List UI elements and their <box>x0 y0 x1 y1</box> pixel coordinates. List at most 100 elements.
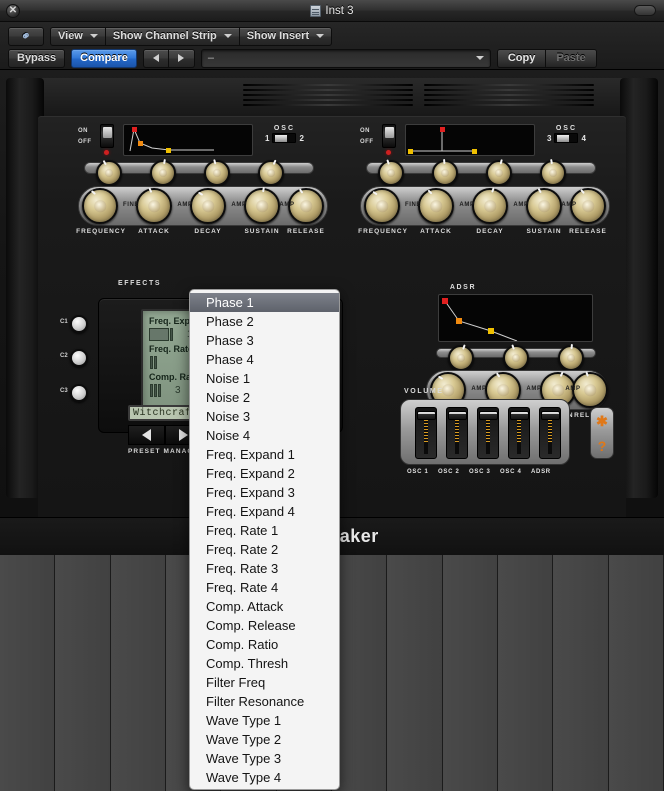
menu-item[interactable]: Noise 2 <box>190 388 339 407</box>
keyboard-key[interactable] <box>553 555 609 791</box>
fader-handle[interactable] <box>479 411 498 420</box>
keyboard-key[interactable] <box>497 555 554 791</box>
osc1-knob-sus[interactable] <box>258 159 284 186</box>
menu-item[interactable]: Filter Freq <box>190 673 339 692</box>
osc2-knob-sus[interactable] <box>540 158 566 186</box>
menu-item[interactable]: Phase 2 <box>190 312 339 331</box>
volume-label-osc2: OSC 2 <box>438 469 460 475</box>
fader-handle[interactable] <box>417 411 436 420</box>
menu-item[interactable]: Freq. Rate 4 <box>190 578 339 597</box>
oscillator-module-2: ON OFF OSC 3 4 FINE AMP AMP AMP FREQUENC… <box>358 124 610 244</box>
menu-item[interactable]: Wave Type 4 <box>190 768 339 787</box>
adsr-title: ADSR <box>449 284 477 291</box>
adsr-knob-sus[interactable] <box>558 343 584 371</box>
osc1-knob-att[interactable] <box>150 158 176 186</box>
arrow-left-icon <box>152 54 159 62</box>
osc2-power-toggle[interactable] <box>382 124 396 148</box>
menu-item[interactable]: Comp. Attack <box>190 597 339 616</box>
menu-item[interactable]: Phase 1 <box>190 293 339 312</box>
menu-item[interactable]: Comp. Release <box>190 616 339 635</box>
menu-item[interactable]: Wave Type 2 <box>190 730 339 749</box>
menu-item[interactable]: Noise 4 <box>190 426 339 445</box>
menu-item[interactable]: Freq. Expand 1 <box>190 445 339 464</box>
adsr-knob-att[interactable] <box>448 344 474 371</box>
volume-fader-osc1[interactable] <box>415 407 437 459</box>
effects-c2-knob[interactable] <box>70 349 88 367</box>
osc1-selector-title: OSC <box>273 125 296 132</box>
osc2-label-amp-2: AMP <box>513 202 529 208</box>
adsr-knob-dec[interactable] <box>503 344 529 371</box>
effects-c3-knob[interactable] <box>70 384 88 402</box>
menu-item[interactable]: Freq. Rate 1 <box>190 521 339 540</box>
osc2-selector-switch[interactable] <box>554 133 579 143</box>
copy-paste-group: Copy Paste <box>496 48 597 68</box>
menu-show-insert[interactable]: Show Insert <box>238 26 333 46</box>
fader-handle[interactable] <box>541 411 560 420</box>
menu-item[interactable]: Phase 3 <box>190 331 339 350</box>
close-button[interactable]: ✕ <box>6 4 20 18</box>
volume-fader-osc3[interactable] <box>477 407 499 459</box>
keyboard-key[interactable] <box>0 555 56 791</box>
osc1-power-toggle[interactable] <box>100 124 114 148</box>
compare-button[interactable]: Compare <box>71 48 137 68</box>
menu-item[interactable]: Phase 4 <box>190 350 339 369</box>
adsr-display[interactable] <box>438 294 593 342</box>
menu-item[interactable]: Wave Type 3 <box>190 749 339 768</box>
volume-label-adsr: ADSR <box>531 469 551 475</box>
osc1-envelope-curve <box>129 127 214 153</box>
window-resize-handle[interactable] <box>634 5 656 16</box>
adsr-envelope-curve <box>442 298 518 341</box>
osc2-knob-dec[interactable] <box>486 159 512 186</box>
preset-select[interactable]: – <box>200 48 491 68</box>
osc2-knob-frq[interactable] <box>378 159 404 186</box>
osc1-selector-switch[interactable] <box>272 133 297 143</box>
preset-next-button[interactable] <box>168 48 195 68</box>
fader-handle[interactable] <box>510 411 529 420</box>
menu-item[interactable]: Freq. Expand 4 <box>190 502 339 521</box>
menu-show-insert-label: Show Insert <box>246 30 310 42</box>
osc1-knob-frq[interactable] <box>96 159 122 186</box>
menu-item[interactable]: Noise 1 <box>190 369 339 388</box>
menu-item[interactable]: Comp. Ratio <box>190 635 339 654</box>
keyboard-key[interactable] <box>110 555 166 791</box>
menu-item[interactable]: Filter Resonance <box>190 692 339 711</box>
keyboard-key[interactable] <box>331 555 388 791</box>
osc1-waveform-display[interactable] <box>123 124 253 156</box>
keyboard-key[interactable] <box>608 555 664 791</box>
menu-show-channel-strip-label: Show Channel Strip <box>112 30 217 42</box>
keyboard-key[interactable] <box>55 555 111 791</box>
keyboard-key[interactable] <box>442 555 498 791</box>
menu-item[interactable]: Comp. Thresh <box>190 654 339 673</box>
menu-view[interactable]: View <box>50 26 105 46</box>
osc2-knob-att[interactable] <box>432 158 458 186</box>
menu-item[interactable]: Freq. Expand 2 <box>190 464 339 483</box>
asterisk-icon[interactable]: ✱ <box>596 414 608 428</box>
link-button[interactable]: ⚭ <box>8 26 44 46</box>
menu-item[interactable]: Freq. Expand 3 <box>190 483 339 502</box>
parameter-dropdown-menu[interactable]: Phase 1 Phase 2 Phase 3 Phase 4 Noise 1 Noise… <box>189 289 340 790</box>
chevron-down-icon <box>89 34 98 38</box>
menu-item[interactable]: Freq. Rate 3 <box>190 559 339 578</box>
volume-fader-osc2[interactable] <box>446 407 468 459</box>
preset-prev-button[interactable] <box>142 48 169 68</box>
osc1-knob-dec[interactable] <box>204 159 230 186</box>
menu-item[interactable]: Noise 3 <box>190 407 339 426</box>
effects-slider-2-bar-b <box>154 355 157 369</box>
effects-c1-knob[interactable] <box>70 315 88 333</box>
osc1-knob-frequency[interactable] <box>82 188 118 224</box>
keyboard-key[interactable] <box>387 555 443 791</box>
volume-fader-osc4[interactable] <box>508 407 530 459</box>
osc2-knob-frequency[interactable] <box>364 188 400 224</box>
copy-button[interactable]: Copy <box>497 49 546 67</box>
fader-handle[interactable] <box>448 411 467 420</box>
menu-item[interactable]: Freq. Rate 2 <box>190 540 339 559</box>
preset-manager-prev-button[interactable] <box>128 425 165 445</box>
bypass-button[interactable]: Bypass <box>8 48 66 68</box>
osc2-waveform-display[interactable] <box>405 124 535 156</box>
menu-show-channel-strip[interactable]: Show Channel Strip <box>104 26 239 46</box>
chevron-down-icon <box>223 34 232 38</box>
volume-fader-adsr[interactable] <box>539 407 561 459</box>
question-mark-icon[interactable]: ? <box>598 439 607 453</box>
menu-item[interactable]: Wave Type 1 <box>190 711 339 730</box>
osc2-selector-right-label: 4 <box>581 133 586 143</box>
